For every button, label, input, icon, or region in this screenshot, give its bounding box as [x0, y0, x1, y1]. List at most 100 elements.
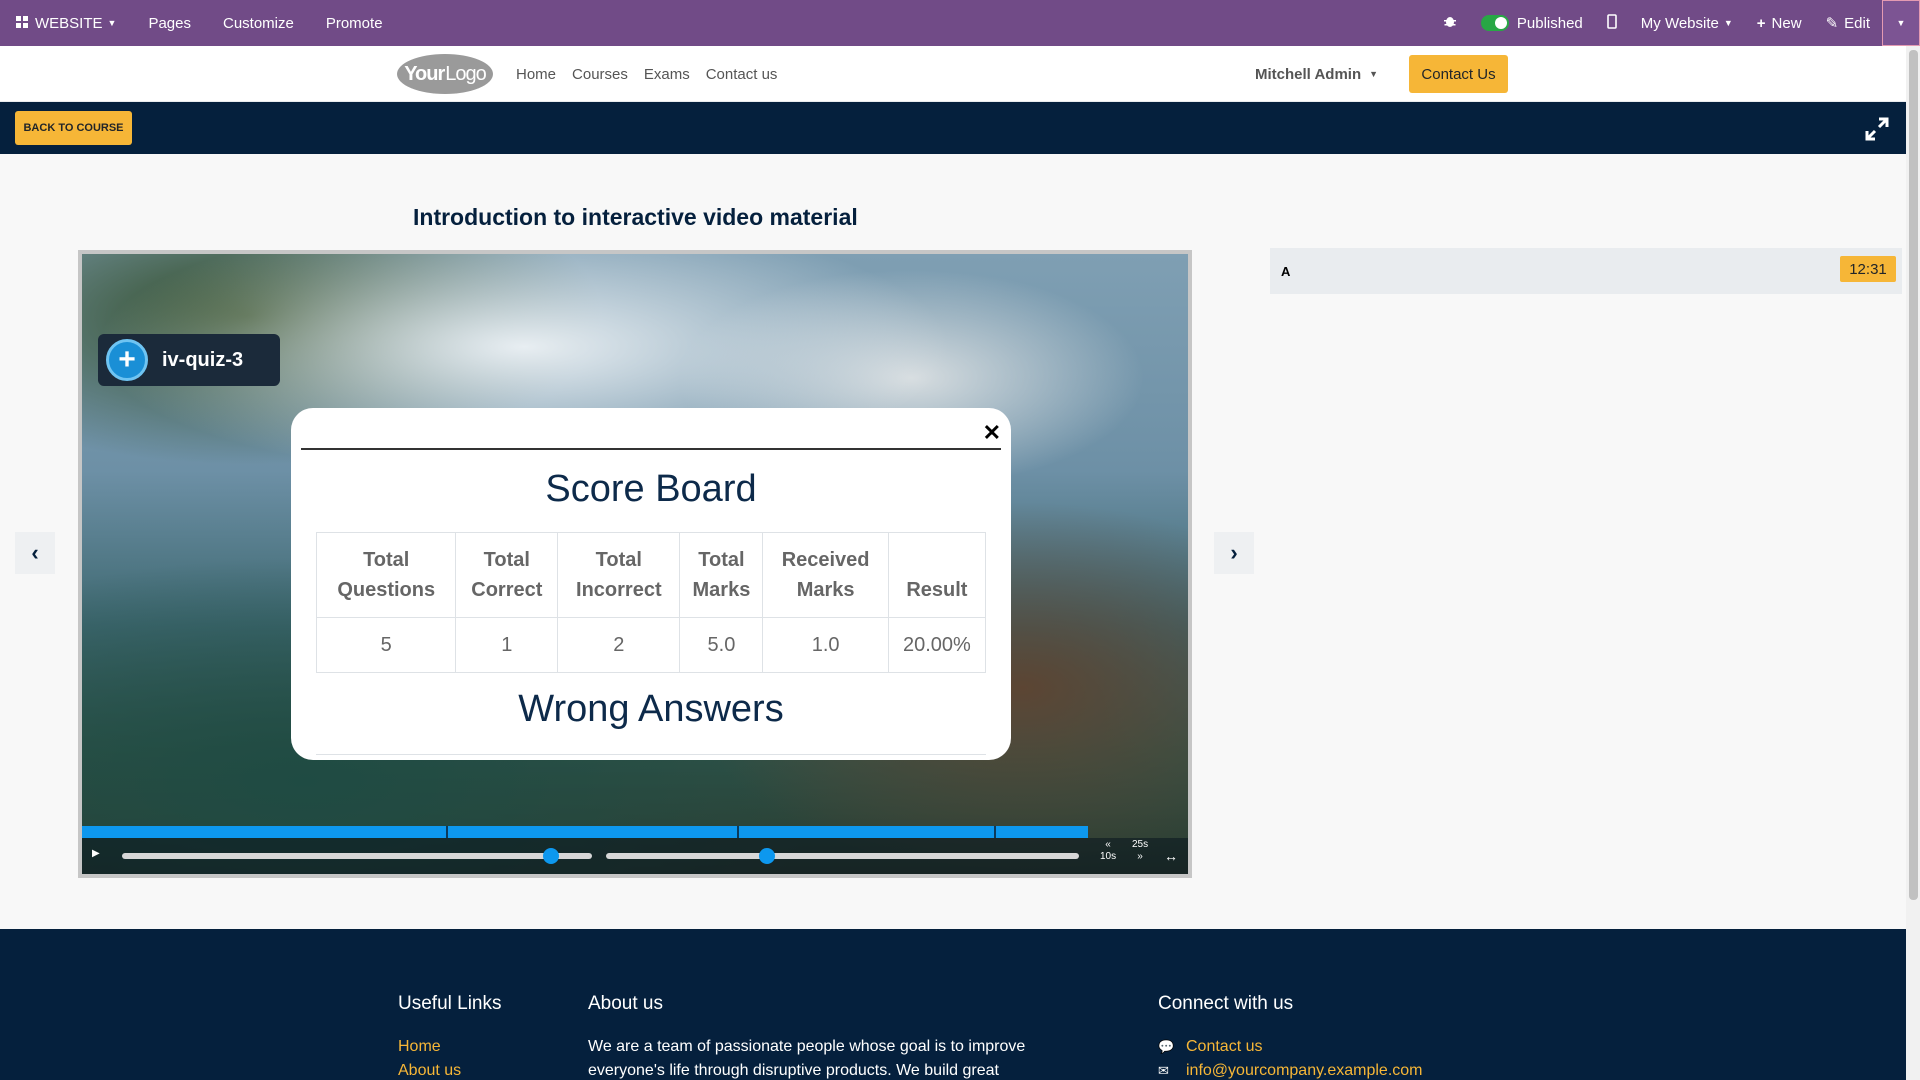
- volume-slider[interactable]: [606, 853, 1079, 859]
- quiz-marker-tick[interactable]: [446, 826, 448, 838]
- connect-title: Connect with us: [1158, 993, 1294, 1014]
- envelope-icon: ✉: [1158, 1063, 1169, 1078]
- quiz-marker-tick[interactable]: [994, 826, 996, 838]
- back-to-course-button[interactable]: BACK TO COURSE: [15, 111, 132, 145]
- nav-courses[interactable]: Courses: [572, 66, 628, 83]
- toggle-switch-icon: [1480, 15, 1509, 31]
- pages-menu[interactable]: Pages: [132, 0, 207, 46]
- video-controls: ▶ «10s 25s» ↔: [82, 826, 1188, 874]
- website-menu-label: WEBSITE: [35, 14, 103, 32]
- edit-label: Edit: [1844, 14, 1870, 32]
- header-line: Incorrect: [576, 579, 662, 601]
- new-button[interactable]: + New: [1745, 0, 1814, 46]
- caret-down-icon: ▼: [1369, 69, 1379, 79]
- footer-email-link[interactable]: ✉ info@yourcompany.example.com: [1158, 1059, 1423, 1080]
- quiz-tag-label: iv-quiz-3: [162, 348, 244, 371]
- comment-icon: 💬: [1158, 1039, 1175, 1054]
- nav-contact-us[interactable]: Contact us: [706, 66, 778, 83]
- user-menu[interactable]: Mitchell Admin ▼: [1255, 46, 1378, 102]
- published-toggle[interactable]: Published: [1469, 0, 1595, 46]
- value-total-correct: 1: [455, 617, 559, 673]
- my-website-menu[interactable]: My Website ▼: [1629, 0, 1745, 46]
- bug-icon: [1443, 14, 1457, 32]
- page-scrollbar[interactable]: [1906, 46, 1920, 1080]
- mobile-icon: [1606, 13, 1617, 33]
- footer-contact-link[interactable]: 💬 Contact us: [1158, 1035, 1423, 1059]
- side-panel-label: A: [1281, 264, 1291, 279]
- plus-circle-icon: +: [106, 339, 148, 381]
- col-total-marks: Total Marks: [679, 532, 764, 618]
- caret-down-icon: ▼: [1723, 18, 1733, 28]
- wrong-answers-table-edge: [316, 754, 986, 755]
- chevron-right-icon: ›: [1230, 540, 1238, 565]
- edit-button[interactable]: ✎ Edit: [1814, 0, 1882, 46]
- apps-grid-icon: [16, 15, 28, 32]
- company-logo[interactable]: Your Logo: [397, 54, 493, 94]
- quiz-progress-strip[interactable]: [82, 826, 1088, 838]
- email-link-label: info@yourcompany.example.com: [1186, 1062, 1423, 1079]
- new-label: New: [1771, 14, 1802, 32]
- scrollbar-thumb[interactable]: [1909, 50, 1918, 900]
- value-received-marks: 1.0: [762, 617, 889, 673]
- header-line: Total: [698, 549, 745, 571]
- debug-button[interactable]: [1431, 0, 1469, 46]
- previous-lesson-button[interactable]: ‹: [15, 532, 55, 574]
- my-website-label: My Website: [1640, 14, 1719, 32]
- col-received-marks: Received Marks: [762, 532, 889, 618]
- logo-text-your: Your: [404, 62, 445, 85]
- interactive-video-player[interactable]: + iv-quiz-3 ✕ Score Board Total Questions…: [78, 250, 1192, 878]
- chevron-left-icon: ‹: [31, 540, 39, 565]
- value-result: 20.00%: [887, 617, 987, 673]
- control-bar: ▶ «10s 25s» ↔: [82, 838, 1188, 874]
- caret-down-icon: ▼: [1896, 18, 1906, 28]
- nav-home[interactable]: Home: [516, 66, 556, 83]
- play-icon[interactable]: ▶: [92, 848, 100, 859]
- user-name: Mitchell Admin: [1255, 65, 1362, 83]
- score-board-dialog: ✕ Score Board Total Questions Total Correc…: [291, 408, 1011, 760]
- header-line: Result: [906, 579, 968, 601]
- timestamp-badge[interactable]: 12:31: [1840, 256, 1896, 282]
- seek-slider[interactable]: [122, 853, 592, 859]
- site-header: Your Logo Home Courses Exams Contact us M…: [0, 46, 1906, 102]
- skip-forward-button[interactable]: 25s»: [1132, 839, 1148, 863]
- lesson-side-panel[interactable]: A 12:31: [1270, 248, 1902, 294]
- customize-menu[interactable]: Customize: [207, 0, 310, 46]
- nav-exams[interactable]: Exams: [644, 66, 690, 83]
- about-us-title: About us: [588, 993, 663, 1014]
- footer-link-about[interactable]: About us: [398, 1059, 461, 1080]
- skip-back-label: 10s: [1100, 851, 1117, 862]
- mobile-preview-button[interactable]: [1595, 0, 1629, 46]
- col-total-incorrect: Total Incorrect: [557, 532, 681, 618]
- useful-links-title: Useful Links: [398, 993, 502, 1014]
- skip-forward-label: 25s: [1132, 839, 1149, 850]
- skip-back-button[interactable]: «10s: [1100, 839, 1116, 863]
- close-icon[interactable]: ✕: [983, 420, 1001, 446]
- header-line: Correct: [471, 579, 543, 601]
- header-line: Total: [363, 549, 410, 571]
- fit-width-icon[interactable]: ↔: [1164, 848, 1178, 864]
- col-result: Result: [887, 532, 987, 618]
- useful-links-list: Home About us: [398, 1035, 461, 1080]
- footer-link-home[interactable]: Home: [398, 1035, 461, 1059]
- lesson-main: Introduction to interactive video materi…: [0, 154, 1906, 929]
- customize-label: Customize: [222, 14, 294, 32]
- next-lesson-button[interactable]: ›: [1214, 532, 1254, 574]
- seek-slider-handle[interactable]: [543, 848, 559, 864]
- contact-us-button[interactable]: Contact Us: [1409, 55, 1508, 93]
- value-total-marks: 5.0: [679, 617, 764, 673]
- header-line: Total: [483, 549, 530, 571]
- connect-list: 💬 Contact us ✉ info@yourcompany.example.…: [1158, 1035, 1423, 1080]
- volume-slider-handle[interactable]: [759, 848, 775, 864]
- quiz-marker-tick[interactable]: [737, 826, 739, 838]
- score-table: Total Questions Total Correct Total Incorre…: [315, 532, 987, 673]
- website-menu[interactable]: WEBSITE ▼: [0, 0, 132, 46]
- admin-dropdown-button[interactable]: ▼: [1882, 0, 1920, 46]
- table-header-row: Total Questions Total Correct Total Incorre…: [315, 532, 987, 618]
- wrong-answers-title: Wrong Answers: [518, 688, 784, 730]
- caret-down-icon: ▼: [107, 18, 117, 28]
- promote-menu[interactable]: Promote: [310, 0, 399, 46]
- value-total-questions: 5: [315, 617, 457, 673]
- pencil-icon: ✎: [1825, 15, 1839, 32]
- quiz-marker-tag[interactable]: + iv-quiz-3: [98, 334, 280, 386]
- fullscreen-expand-icon[interactable]: [1864, 116, 1890, 142]
